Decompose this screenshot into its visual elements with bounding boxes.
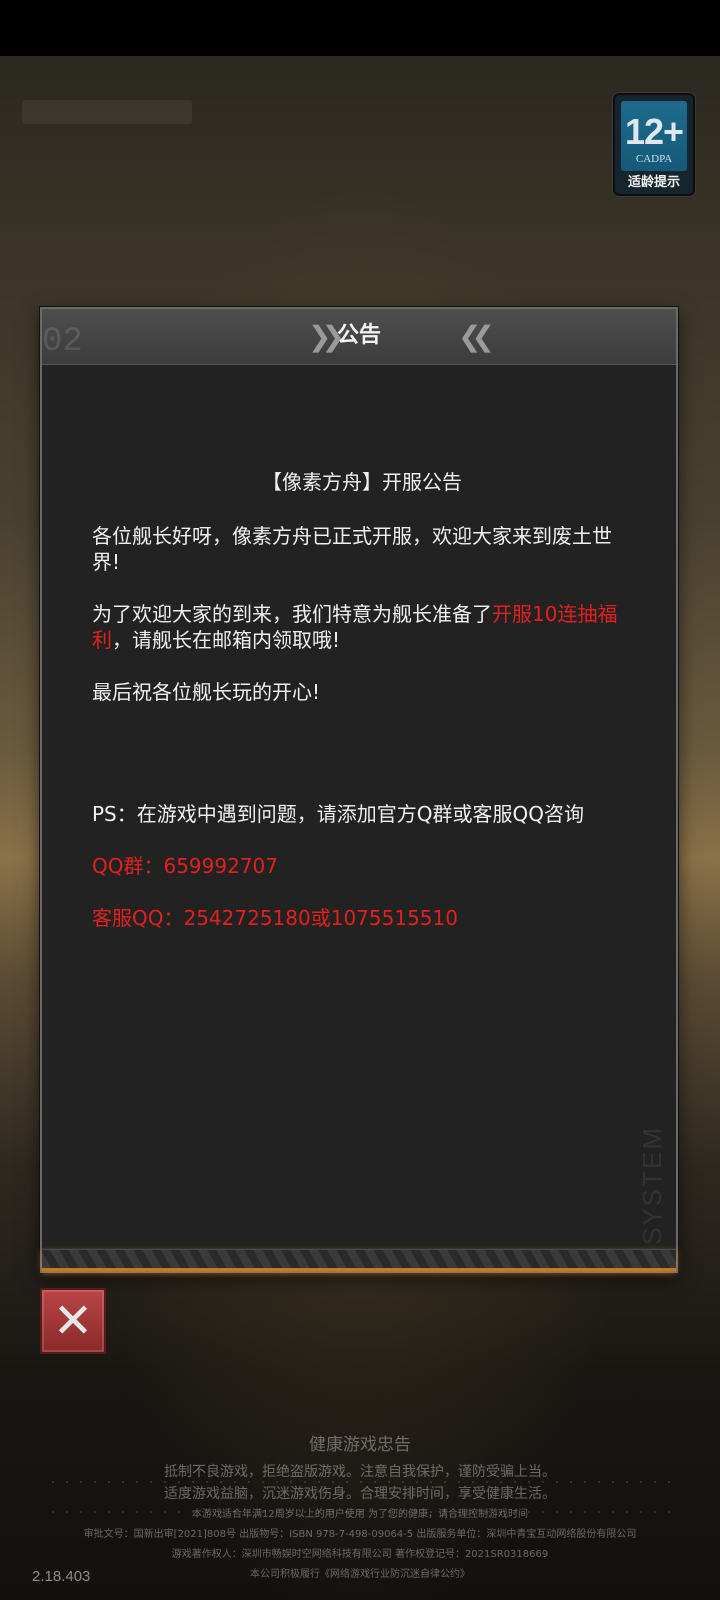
notice-panel-header: 02 ❯❯ 公告 ❮❮	[42, 309, 676, 365]
age-rating-badge[interactable]: 12+ CADPA 适龄提示	[613, 93, 695, 196]
service-qq: 客服QQ：2542725180或1075515510	[92, 906, 458, 930]
notice-panel-footer	[42, 1249, 676, 1271]
legal-line: 本游戏适合年满12周岁以上的用户使用 为了您的健康，请合理控制游戏时间	[192, 1509, 528, 1520]
notice-ps: PS：在游戏中遇到问题，请添加官方Q群或客服QQ咨询	[92, 802, 584, 826]
notice-panel-title: 公告	[336, 323, 381, 348]
system-watermark: SYSTEM	[637, 1126, 667, 1245]
health-notice-line: 适度游戏益脑，沉迷游戏伤身。合理安排时间，享受健康生活。	[164, 1486, 556, 1502]
health-notice: 健康游戏忠告 抵制不良游戏，拒绝盗版游戏。注意自我保护，谨防受骗上当。 适度游戏…	[0, 1430, 720, 1585]
legal-line: 本公司积极履行《网络游戏行业防沉迷自律公约》	[250, 1569, 470, 1580]
chevron-left-icon: ❮❮	[458, 320, 495, 353]
age-rating-org: CADPA	[635, 153, 673, 165]
legal-line: 审批文号：国新出审[2021]808号 出版物号：ISBN 978-7-498-…	[83, 1529, 637, 1540]
gift-text-prefix: 为了欢迎大家的到来，我们特意为舰长准备了	[92, 602, 492, 626]
health-notice-line: 抵制不良游戏，拒绝盗版游戏。注意自我保护，谨防受骗上当。	[164, 1464, 556, 1480]
notice-panel: 02 ❯❯ 公告 ❮❮ 【像素方舟】开服公告 各位舰长好呀，像素方舟已正式开服，…	[40, 307, 678, 1513]
age-rating-number: 12+	[624, 111, 684, 152]
notice-heading: 【像素方舟】开服公告	[262, 470, 462, 494]
notice-paragraph-welcome: 各位舰长好呀，像素方舟已正式开服，欢迎大家来到废土世界!	[92, 524, 612, 574]
close-icon: ✕	[52, 1293, 94, 1349]
health-notice-title: 健康游戏忠告	[309, 1435, 411, 1455]
status-bar	[0, 0, 720, 56]
notice-paragraph-gift: 为了欢迎大家的到来，我们特意为舰长准备了开服10连抽福利，请舰长在邮箱内领取哦!	[92, 601, 632, 653]
qq-group: QQ群：659992707	[92, 854, 279, 878]
age-rating-label: 适龄提示	[627, 175, 680, 190]
close-button[interactable]: ✕	[40, 1288, 106, 1354]
notice-paragraph-closing: 最后祝各位舰长玩的开心!	[92, 680, 321, 704]
legal-line: 游戏著作权人：深圳市畅娱时空网络科技有限公司 著作权登记号：2021SR0318…	[171, 1549, 549, 1560]
version-label: 2.18.403	[32, 1568, 91, 1585]
gift-text-suffix: ，请舰长在邮箱内领取哦!	[112, 628, 341, 652]
game-logo	[22, 100, 192, 124]
notice-content: 【像素方舟】开服公告 各位舰长好呀，像素方舟已正式开服，欢迎大家来到废土世界! …	[92, 469, 632, 957]
age-rating-plate: 12+ CADPA	[621, 101, 687, 171]
